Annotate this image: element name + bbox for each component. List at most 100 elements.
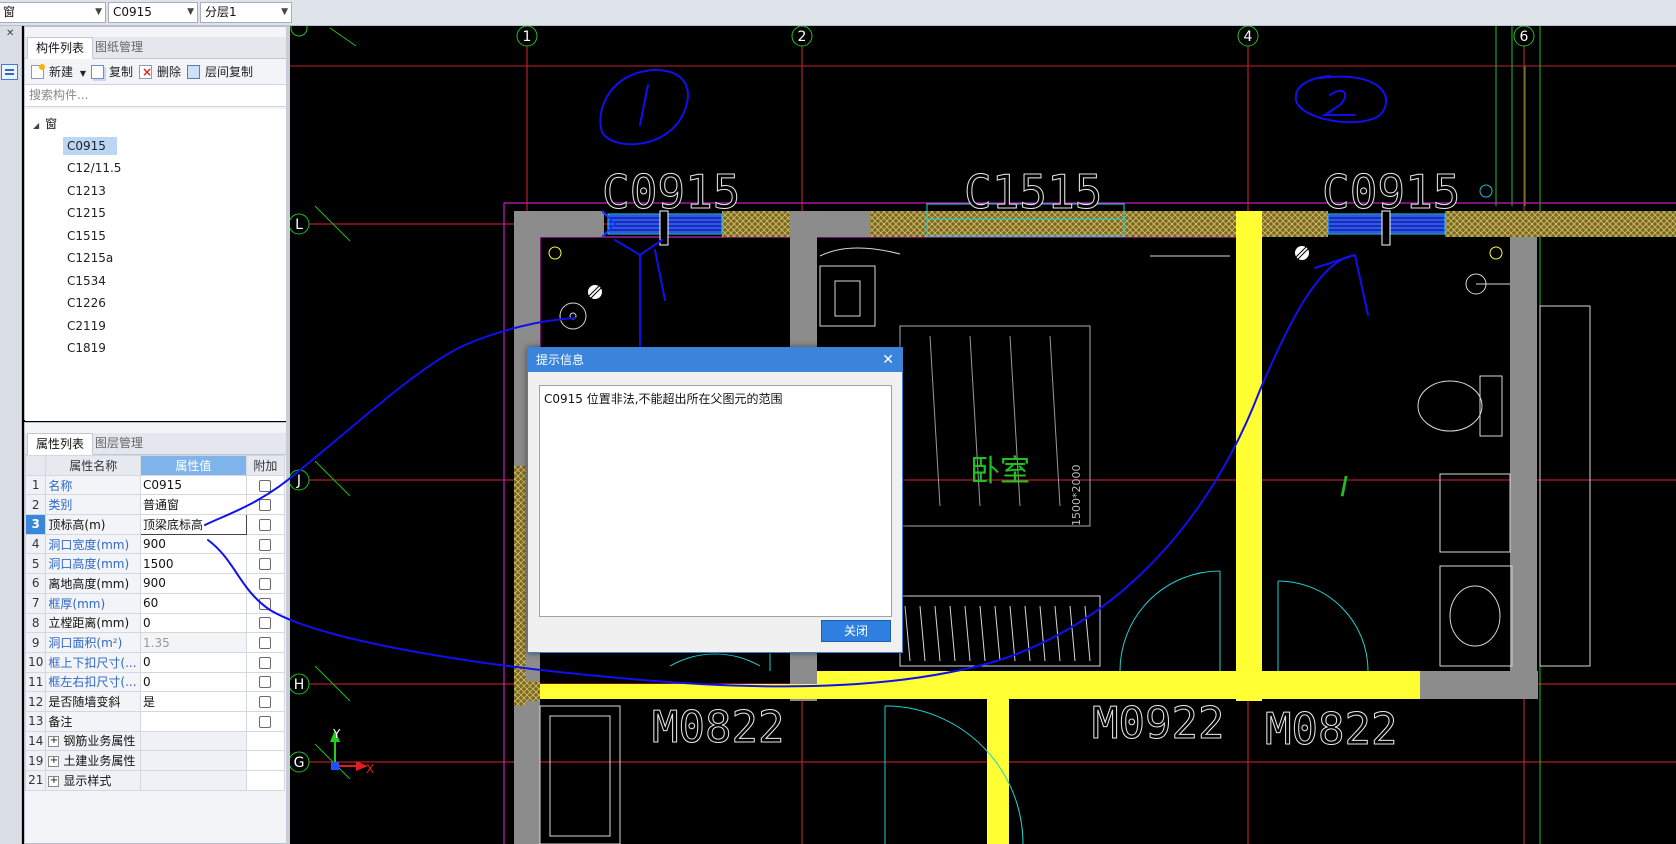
property-rows: 1 名称 C0915 2 类别 普通窗 3 顶标高(m) 顶梁底标高 4 洞口宽度(mm) 900 5 洞… (24, 474, 286, 791)
tree-item[interactable]: C2119 (63, 317, 110, 335)
attach-checkbox[interactable] (259, 558, 272, 571)
property-value[interactable]: 普通窗 (140, 494, 247, 516)
expand-plus-icon[interactable]: + (48, 756, 60, 768)
component-type-combo[interactable]: 窗 ▼ (0, 2, 106, 23)
component-name-combo[interactable]: C0915 ▼ (108, 2, 198, 23)
tree-item[interactable]: C12/11.5 (63, 159, 125, 177)
delete-button[interactable]: 删除 (139, 63, 181, 81)
attach-checkbox[interactable] (259, 499, 272, 512)
property-value[interactable]: 0 (140, 612, 247, 634)
property-name: 是否随墙变斜 (45, 691, 142, 712)
property-row[interactable]: 7 框厚(mm) 60 (24, 592, 286, 614)
attach-checkbox[interactable] (259, 538, 272, 551)
group-label: 显示样式 (63, 773, 112, 788)
tab-component-list[interactable]: 构件列表 (27, 37, 94, 59)
axis-letter: L (295, 217, 303, 233)
property-group-row[interactable]: 19 + 土建业务属性 (24, 750, 286, 771)
property-value[interactable]: 0 (140, 651, 247, 673)
tree-root-window[interactable]: ◢ 窗 (33, 115, 57, 133)
tree-item[interactable]: C1226 (63, 294, 110, 312)
dialog-message-box: C0915 位置非法,不能超出所在父图元的范围 (539, 385, 892, 617)
property-row[interactable]: 2 类别 普通窗 (24, 494, 286, 516)
property-value[interactable]: 顶梁底标高 (140, 514, 247, 535)
floor-copy-button[interactable]: 层间复制 (187, 63, 253, 81)
new-button[interactable]: 新建 ▼ (31, 63, 86, 81)
axis-grid (290, 26, 1676, 844)
property-value[interactable] (140, 710, 247, 732)
property-group[interactable]: + 显示样式 (45, 770, 142, 791)
property-row[interactable]: 1 名称 C0915 (24, 474, 286, 496)
component-list-icon[interactable] (1, 64, 18, 80)
cad-drawing-canvas[interactable]: 1 2 4 6 L J H G C0915 C1515 C0915 M0822 … (290, 26, 1676, 844)
property-row[interactable]: 8 立樘距离(mm) 0 (24, 612, 286, 634)
tree-item[interactable]: C1215a (63, 249, 117, 267)
collapse-triangle-icon[interactable]: ◢ (33, 117, 39, 135)
dimension-text: 1500*2000 (1070, 465, 1083, 527)
search-input[interactable] (25, 85, 265, 105)
attach-checkbox[interactable] (259, 479, 272, 492)
tab-layer-management[interactable]: 图层管理 (87, 433, 151, 455)
copy-button[interactable]: 复制 (91, 63, 133, 81)
tab-property-list[interactable]: 属性列表 (27, 433, 94, 455)
ucs-y-label: Y (332, 727, 341, 741)
ucs-x-label: X (366, 762, 374, 776)
property-row[interactable]: 10 框上下扣尺寸(... 0 (24, 651, 286, 673)
property-value[interactable]: 1.35 (140, 632, 247, 653)
property-header-row: 属性名称 属性值 附加 (24, 455, 286, 476)
window-label: C1515 (964, 165, 1102, 219)
close-icon[interactable]: ✕ (6, 28, 14, 39)
attach-cell (245, 651, 286, 673)
property-value[interactable]: 1500 (140, 553, 247, 575)
attach-checkbox[interactable] (259, 518, 272, 531)
axis-number: 4 (1244, 29, 1253, 45)
row-number: 3 (24, 514, 47, 535)
attach-checkbox[interactable] (259, 676, 272, 689)
tab-drawing-management[interactable]: 图纸管理 (87, 37, 151, 59)
attach-cell (245, 474, 286, 496)
property-value[interactable]: 900 (140, 533, 247, 555)
property-row[interactable]: 3 顶标高(m) 顶梁底标高 (24, 514, 286, 535)
tree-item[interactable]: C1534 (63, 272, 110, 290)
component-toolbar: 新建 ▼ 复制 删除 层间复制 ▸▸ (25, 59, 305, 85)
expand-plus-icon[interactable]: + (48, 775, 60, 787)
property-group-row[interactable]: 14 + 钢筋业务属性 (24, 730, 286, 752)
property-group[interactable]: + 钢筋业务属性 (45, 730, 142, 752)
tree-item[interactable]: C1215 (63, 204, 110, 222)
attach-checkbox[interactable] (259, 597, 272, 610)
property-value[interactable]: 是 (140, 691, 247, 712)
attach-checkbox[interactable] (259, 577, 272, 590)
layer-combo[interactable]: 分层1 ▼ (200, 2, 292, 23)
property-value[interactable]: 900 (140, 573, 247, 594)
close-icon[interactable]: ✕ (882, 348, 894, 372)
property-group[interactable]: + 土建业务属性 (45, 750, 142, 771)
property-name: 立樘距离(mm) (45, 612, 142, 634)
attach-checkbox[interactable] (259, 696, 272, 709)
row-number: 8 (24, 612, 47, 634)
property-name: 洞口宽度(mm) (45, 533, 142, 555)
tree-item[interactable]: C1515 (63, 227, 110, 245)
close-button[interactable]: 关闭 (821, 620, 891, 642)
property-value (140, 750, 247, 771)
axis-letter: J (296, 473, 301, 489)
property-row[interactable]: 11 框左右扣尺寸(... 0 (24, 671, 286, 693)
attach-checkbox[interactable] (259, 715, 272, 728)
property-row[interactable]: 4 洞口宽度(mm) 900 (24, 533, 286, 555)
property-row[interactable]: 9 洞口面积(m²) 1.35 (24, 632, 286, 653)
expand-plus-icon[interactable]: + (48, 736, 60, 748)
attach-checkbox[interactable] (259, 617, 272, 630)
property-value[interactable]: 0 (140, 671, 247, 693)
attach-checkbox[interactable] (259, 656, 272, 669)
tree-item[interactable]: C0915 (63, 137, 117, 155)
property-row[interactable]: 13 备注 (24, 710, 286, 732)
dialog-titlebar[interactable]: 提示信息 ✕ (528, 348, 902, 372)
property-row[interactable]: 12 是否随墙变斜是 (24, 691, 286, 712)
tree-item[interactable]: C1819 (63, 339, 110, 357)
tree-item[interactable]: C1213 (63, 182, 110, 200)
property-name: 框上下扣尺寸(... (45, 651, 142, 673)
property-row[interactable]: 5 洞口高度(mm) 1500 (24, 553, 286, 575)
property-group-row[interactable]: 21 + 显示样式 (24, 770, 286, 791)
attach-checkbox[interactable] (259, 637, 272, 650)
property-row[interactable]: 6 离地高度(mm) 900 (24, 573, 286, 594)
property-value[interactable]: C0915 (140, 474, 247, 496)
property-value[interactable]: 60 (140, 592, 247, 614)
